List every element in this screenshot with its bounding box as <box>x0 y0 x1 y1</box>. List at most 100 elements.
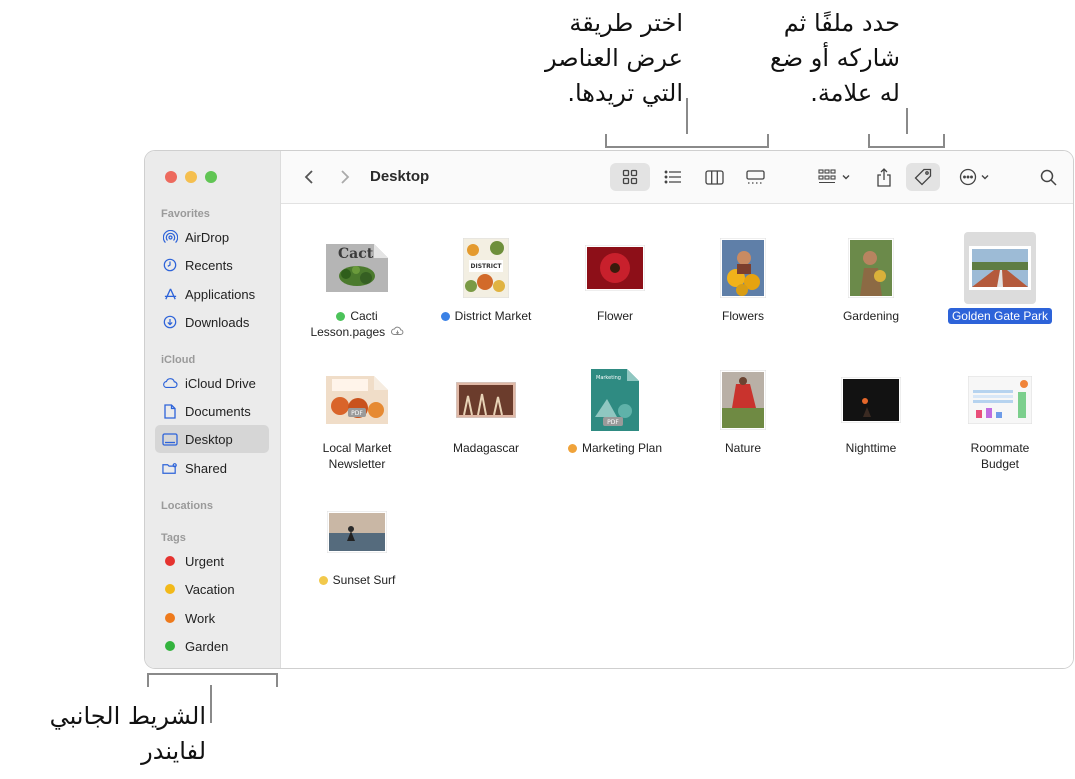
sidebar-item-shared[interactable]: Shared <box>155 454 269 482</box>
close-window-button[interactable] <box>165 171 177 183</box>
sidebar-item-label: Applications <box>185 286 256 302</box>
list-view-button[interactable] <box>653 163 693 191</box>
file-item-marketing-plan[interactable]: Marketing PDF Marketing Plan <box>551 350 679 470</box>
sidebar-item-recents[interactable]: Recents <box>155 251 269 279</box>
file-item-roommate-budget[interactable]: Roommate Budget <box>936 350 1064 471</box>
tag-dot-orange-icon <box>165 613 175 623</box>
grid-icon <box>622 169 638 185</box>
tag-dot-orange-icon <box>567 444 577 453</box>
sidebar-item-label: Urgent <box>185 553 225 569</box>
gallery-icon <box>745 169 765 184</box>
svg-text:PDF: PDF <box>351 410 363 417</box>
file-name: Cacti <box>350 309 378 323</box>
airdrop-icon <box>162 229 178 245</box>
sidebar-item-label: Downloads <box>185 314 250 330</box>
pages-document-icon: Cact <box>321 232 393 304</box>
ellipsis-circle-icon <box>959 168 976 186</box>
column-view-button[interactable] <box>694 163 734 191</box>
cloud-icon <box>162 375 178 391</box>
svg-text:DISTRICT: DISTRICT <box>471 263 503 270</box>
file-name: Flower <box>596 309 633 323</box>
pdf-document-icon: Marketing PDF <box>579 364 651 436</box>
sidebar-tag-vacation[interactable]: Vacation <box>155 575 269 603</box>
favorites-header: Favorites <box>161 208 210 220</box>
file-item-gardening[interactable]: Gardening <box>807 218 935 338</box>
group-by-button[interactable] <box>813 163 855 191</box>
file-item-nighttime[interactable]: Nighttime <box>807 350 935 470</box>
file-item-district-market[interactable]: DISTRICT District Market <box>422 218 550 338</box>
document-icon <box>162 403 178 419</box>
sidebar: Favorites AirDrop Recents Applications D… <box>145 151 281 668</box>
file-item-local-market-newsletter[interactable]: PDF Local Market Newsletter <box>293 350 421 471</box>
callout-view-stem <box>686 98 688 134</box>
search-icon <box>1040 169 1057 186</box>
file-item-nature[interactable]: Nature <box>679 350 807 470</box>
icloud-header: iCloud <box>161 354 196 366</box>
icon-view-button[interactable] <box>610 163 650 191</box>
action-menu-button[interactable] <box>953 163 995 191</box>
file-name: Madagascar <box>452 441 520 455</box>
nighttime-image-icon <box>835 364 907 436</box>
file-item-golden-gate-park[interactable]: Golden Gate Park <box>936 218 1064 338</box>
share-icon <box>877 167 891 187</box>
shared-folder-icon <box>162 460 178 476</box>
tag-dot-green-icon <box>336 312 346 321</box>
sidebar-item-label: AirDrop <box>185 229 230 245</box>
tag-dot-yellow-icon <box>318 576 328 585</box>
callout-sidebar: الشريط الجانبي لفايندر <box>49 702 206 765</box>
sidebar-item-label: Recents <box>185 257 233 273</box>
sidebar-tag-work[interactable]: Work <box>155 604 269 632</box>
file-name-line2: Lesson.pages <box>310 325 386 339</box>
pdf-document-icon: PDF <box>321 364 393 436</box>
park-image-icon <box>964 232 1036 304</box>
minimize-window-button[interactable] <box>185 171 197 183</box>
svg-text:Cact: Cact <box>338 246 374 262</box>
flower-image-icon <box>579 232 651 304</box>
callout-view-options: اختر طريقة عرض العناصر التي تريدها. <box>545 9 683 107</box>
chevron-left-icon <box>304 170 313 184</box>
sidebar-item-desktop[interactable]: Desktop <box>155 425 269 453</box>
sidebar-item-applications[interactable]: Applications <box>155 280 269 308</box>
window-controls <box>165 171 217 183</box>
sidebar-item-label: Shared <box>185 460 227 476</box>
file-item-madagascar[interactable]: Madagascar <box>422 350 550 470</box>
tag-button[interactable] <box>906 163 940 191</box>
gardening-image-icon <box>835 232 907 304</box>
forward-button[interactable] <box>333 163 357 191</box>
spreadsheet-icon <box>964 364 1036 436</box>
sidebar-item-documents[interactable]: Documents <box>155 397 269 425</box>
finder-window: Favorites AirDrop Recents Applications D… <box>144 150 1074 669</box>
file-name-selected: Golden Gate Park <box>947 308 1053 324</box>
sidebar-item-label: Garden <box>185 638 229 654</box>
share-button[interactable] <box>869 163 899 191</box>
sidebar-item-icloud-drive[interactable]: iCloud Drive <box>155 369 269 397</box>
file-name: Gardening <box>842 309 900 323</box>
chevron-right-icon <box>341 170 350 184</box>
group-grid-icon <box>817 169 836 184</box>
chevron-down-icon <box>981 175 988 180</box>
file-name-line2: Newsletter <box>328 457 386 471</box>
file-item-sunset-surf[interactable]: Sunset Surf <box>293 482 421 602</box>
locations-header: Locations <box>161 500 213 512</box>
zoom-window-button[interactable] <box>205 171 217 183</box>
sidebar-item-airdrop[interactable]: AirDrop <box>155 223 269 251</box>
flowers-image-icon <box>707 232 779 304</box>
tag-dot-red-icon <box>165 556 175 566</box>
gallery-view-button[interactable] <box>735 163 775 191</box>
sidebar-item-label: Documents <box>185 403 251 419</box>
file-name: Local Market <box>322 441 392 455</box>
sidebar-item-label: Vacation <box>185 581 235 597</box>
chevron-down-icon <box>842 175 849 180</box>
back-button[interactable] <box>297 163 321 191</box>
sidebar-item-label: Work <box>185 610 216 626</box>
file-item-flowers[interactable]: Flowers <box>679 218 807 338</box>
sidebar-tag-urgent[interactable]: Urgent <box>155 547 269 575</box>
file-item-cacti-lesson[interactable]: Cact Cacti Lesson.pages <box>293 218 421 339</box>
madagascar-image-icon <box>450 364 522 436</box>
file-item-flower[interactable]: Flower <box>551 218 679 338</box>
search-button[interactable] <box>1033 163 1063 191</box>
sidebar-tag-garden[interactable]: Garden <box>155 632 269 660</box>
callout-tag-bracket <box>868 134 945 148</box>
sidebar-item-downloads[interactable]: Downloads <box>155 308 269 336</box>
callout-share-tag: حدد ملفًا ثم شاركه أو ضع له علامة. <box>770 9 900 107</box>
